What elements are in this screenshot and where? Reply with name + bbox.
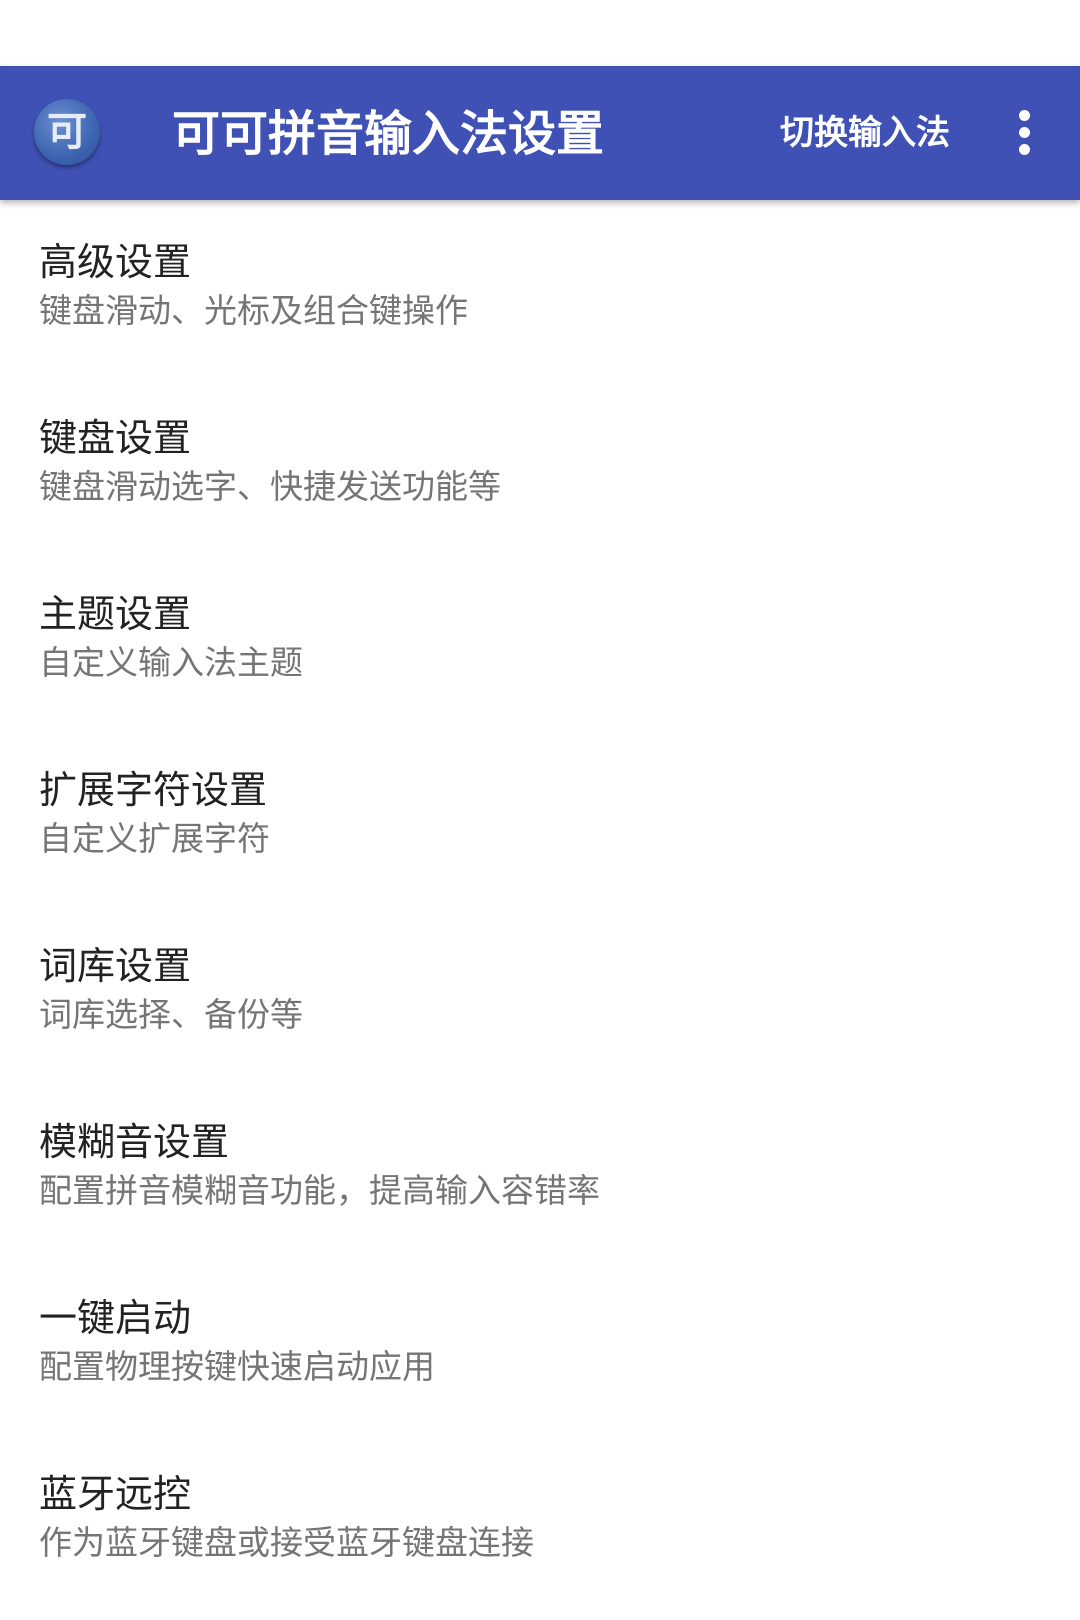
settings-item-title: 键盘设置	[39, 416, 192, 460]
settings-item-quick-launch[interactable]: 一键启动 配置物理按键快速启动应用	[0, 1256, 1080, 1432]
settings-item-bluetooth-remote[interactable]: 蓝牙远控 作为蓝牙键盘或接受蓝牙键盘连接	[0, 1432, 1080, 1608]
app-bar: 可 可可拼音输入法设置 切换输入法	[0, 66, 1080, 200]
settings-item-fuzzy-pinyin[interactable]: 模糊音设置 配置拼音模糊音功能，提高输入容错率	[0, 1080, 1080, 1256]
page-title: 可可拼音输入法设置	[172, 106, 605, 162]
settings-item-summary: 作为蓝牙键盘或接受蓝牙键盘连接	[39, 1523, 534, 1562]
settings-item-title: 一键启动	[39, 1296, 192, 1340]
settings-item-summary: 词库选择、备份等	[39, 995, 303, 1034]
settings-item-title: 扩展字符设置	[39, 768, 268, 812]
settings-item-summary: 自定义扩展字符	[39, 819, 270, 858]
settings-item-extended-chars[interactable]: 扩展字符设置 自定义扩展字符	[0, 728, 1080, 904]
settings-item-advanced[interactable]: 高级设置 键盘滑动、光标及组合键操作	[0, 200, 1080, 376]
settings-item-summary: 配置物理按键快速启动应用	[39, 1347, 435, 1386]
settings-item-summary: 配置拼音模糊音功能，提高输入容错率	[39, 1171, 600, 1210]
app-logo-icon: 可	[34, 99, 100, 165]
status-bar	[0, 0, 1080, 66]
settings-item-title: 蓝牙远控	[39, 1472, 192, 1516]
settings-item-summary: 键盘滑动、光标及组合键操作	[39, 291, 468, 330]
settings-item-summary: 自定义输入法主题	[39, 643, 303, 682]
settings-item-keyboard[interactable]: 键盘设置 键盘滑动选字、快捷发送功能等	[0, 376, 1080, 552]
settings-list: 高级设置 键盘滑动、光标及组合键操作 键盘设置 键盘滑动选字、快捷发送功能等 主…	[0, 200, 1080, 1620]
more-vert-icon[interactable]	[1005, 110, 1045, 156]
settings-item-theme[interactable]: 主题设置 自定义输入法主题	[0, 552, 1080, 728]
menu-dot	[1019, 110, 1030, 121]
menu-dot	[1019, 127, 1030, 138]
settings-item-title: 词库设置	[39, 944, 192, 988]
settings-item-summary: 键盘滑动选字、快捷发送功能等	[39, 467, 501, 506]
menu-dot	[1019, 144, 1030, 155]
settings-item-title: 模糊音设置	[39, 1120, 230, 1164]
settings-item-title: 主题设置	[39, 592, 192, 636]
settings-item-title: 高级设置	[39, 240, 192, 284]
switch-input-method-button[interactable]: 切换输入法	[780, 108, 950, 158]
settings-item-dictionary[interactable]: 词库设置 词库选择、备份等	[0, 904, 1080, 1080]
